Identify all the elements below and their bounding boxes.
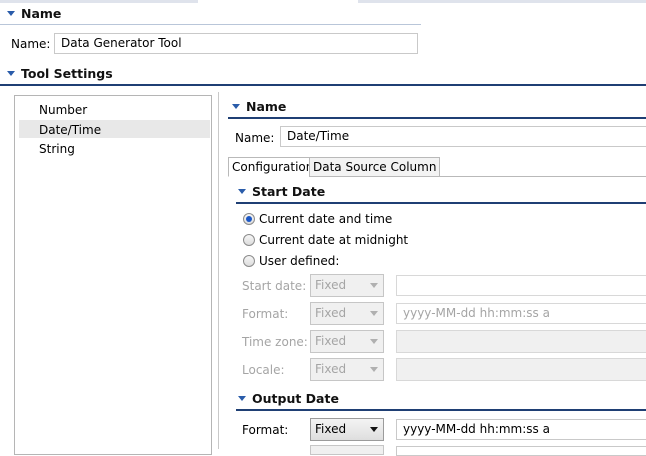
time-zone-select[interactable] (396, 330, 646, 353)
dropdown-arrow-icon (370, 311, 378, 316)
collapse-triangle-icon (232, 104, 240, 109)
tree-item-string[interactable]: String (39, 141, 75, 157)
output-date-rule (236, 409, 646, 411)
start-date-rule (236, 202, 646, 204)
start-format-label: Format: (242, 307, 289, 321)
start-date-header[interactable]: Start Date (238, 184, 325, 200)
radio-current-date-time[interactable] (243, 213, 255, 225)
tree-item-number[interactable]: Number (39, 102, 87, 118)
top-strip-left (0, 0, 198, 3)
collapse-triangle-icon (7, 11, 15, 16)
start-date-mode-select[interactable]: Fixed (310, 274, 384, 297)
locale-mode-value: Fixed (315, 362, 347, 376)
tool-name-input[interactable]: Data Generator Tool (54, 33, 418, 54)
collapse-triangle-icon (238, 396, 246, 401)
start-date-input[interactable] (396, 275, 646, 296)
name-section-header[interactable]: Name (7, 6, 61, 22)
start-format-mode-value: Fixed (315, 306, 347, 320)
dropdown-arrow-icon (370, 367, 378, 372)
dropdown-arrow-icon (370, 339, 378, 344)
radio-label-current-date-midnight[interactable]: Current date at midnight (259, 232, 408, 248)
output-date-header[interactable]: Output Date (238, 391, 339, 407)
tool-settings-header[interactable]: Tool Settings (7, 66, 113, 82)
name-section-rule (0, 24, 421, 25)
tab-configuration[interactable]: Configuration (228, 157, 318, 177)
dropdown-arrow-icon (370, 283, 378, 288)
start-format-mode-select[interactable]: Fixed (310, 302, 384, 325)
collapse-triangle-icon (7, 71, 15, 76)
collapse-triangle-icon (238, 189, 246, 194)
start-date-mode-value: Fixed (315, 278, 347, 292)
output-format-input[interactable]: yyyy-MM-dd hh:mm:ss a (396, 419, 646, 440)
tab-data-source-column[interactable]: Data Source Column (309, 157, 441, 177)
detail-name-input[interactable]: Date/Time (280, 126, 646, 147)
tree-item-datetime[interactable]: Date/Time (39, 122, 101, 138)
pane-divider[interactable] (218, 92, 219, 449)
start-date-label: Start date: (242, 279, 307, 293)
time-zone-mode-select[interactable]: Fixed (310, 330, 384, 353)
radio-label-user-defined[interactable]: User defined: (259, 253, 339, 269)
radio-user-defined[interactable] (243, 255, 255, 267)
output-format-mode-select[interactable]: Fixed (310, 418, 384, 441)
time-zone-label: Time zone: (242, 335, 308, 349)
output-format-label: Format: (242, 423, 289, 437)
next-row-input-partial[interactable] (396, 446, 646, 456)
name-field-label: Name: (11, 37, 51, 51)
tab-strip-line (432, 176, 646, 177)
locale-label: Locale: (242, 363, 285, 377)
radio-label-current-date-time[interactable]: Current date and time (259, 211, 392, 227)
detail-name-header[interactable]: Name (232, 99, 286, 115)
radio-current-date-midnight[interactable] (243, 234, 255, 246)
top-strip-right (358, 0, 646, 3)
tool-settings-rule (0, 84, 646, 86)
tool-type-tree[interactable]: Number Date/Time String (14, 95, 212, 455)
dropdown-arrow-icon (370, 427, 378, 432)
detail-name-label: Name: (235, 131, 275, 145)
output-format-mode-value: Fixed (315, 422, 347, 436)
locale-select[interactable] (396, 358, 646, 381)
start-format-input[interactable]: yyyy-MM-dd hh:mm:ss a (396, 303, 646, 324)
time-zone-mode-value: Fixed (315, 334, 347, 348)
detail-name-rule (228, 117, 646, 119)
locale-mode-select[interactable]: Fixed (310, 358, 384, 381)
next-row-select-partial[interactable] (310, 445, 384, 455)
